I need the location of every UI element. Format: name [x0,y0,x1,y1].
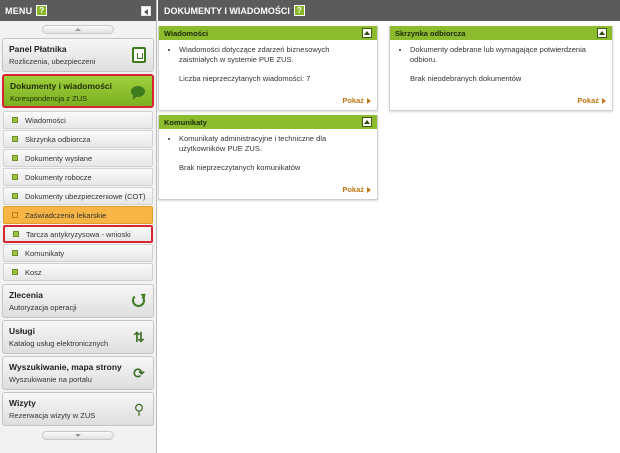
widget-skrzynka-odbiorcza: Skrzynka odbiorcza Dokumenty odebrane lu… [389,26,613,111]
main-content: DOKUMENTY I WIADOMOŚCI ? Wiadomości Wiad… [158,0,620,453]
sub-item-skrzynka-odbiorcza[interactable]: Skrzynka odbiorcza [3,130,153,148]
collapse-widget-icon[interactable] [362,117,372,127]
collapse-widget-icon[interactable] [597,28,607,38]
chevron-down-icon [75,434,81,437]
section-title: Wyszukiwanie, mapa strony [9,362,122,372]
sub-item-dokumenty-ubezpieczeniowe[interactable]: Dokumenty ubezpieczeniowe (COT) [3,187,153,205]
widget-body: Komunikaty administracyjne i techniczne … [159,129,377,173]
sidebar-title: MENU [5,5,33,16]
widget-title: Wiadomości [164,28,209,38]
square-bullet-icon [13,231,19,237]
widget-komunikaty: Komunikaty Komunikaty administracyjne i … [158,115,378,200]
sub-item-label: Wiadomości [25,115,66,125]
show-link[interactable]: Pokaż [342,185,371,194]
sub-item-kosz[interactable]: Kosz [3,263,153,281]
sub-item-label: Zaświadczenia lekarskie [25,210,107,220]
sub-item-tarcza-antykryzysowa[interactable]: Tarcza antykryzysowa - wnioski [3,225,153,243]
square-bullet-icon [12,250,18,256]
show-link[interactable]: Pokaż [577,96,606,105]
section-panel-platnika[interactable]: Panel Płatnika Rozliczenia, ubezpieczeni [2,38,154,72]
widget-status: Liczba nieprzeczytanych wiadomości: 7 [179,74,311,83]
square-bullet-icon [12,193,18,199]
sub-item-zaswiadczenia-lekarskie[interactable]: Zaświadczenia lekarskie [3,206,153,224]
square-bullet-icon [12,155,18,161]
collapse-widget-icon[interactable] [362,28,372,38]
section-subtitle: Korespondencja z ZUS [10,94,88,103]
sub-item-label: Dokumenty robocze [25,172,92,182]
show-link-label: Pokaż [342,96,364,105]
widget-title: Skrzynka odbiorcza [395,28,466,38]
sub-item-dokumenty-robocze[interactable]: Dokumenty robocze [3,168,153,186]
square-bullet-icon [12,174,18,180]
widget-description: Wiadomości dotyczące zdarzeń biznesowych… [179,45,369,65]
help-icon[interactable]: ? [36,5,48,16]
help-icon[interactable]: ? [293,5,305,16]
refresh-icon [132,294,145,307]
widget-title: Komunikaty [164,117,207,127]
widget-body: Dokumenty odebrane lub wymagające potwie… [390,40,612,84]
square-bullet-icon [12,136,18,142]
widget-description: Dokumenty odebrane lub wymagające potwie… [410,45,604,65]
widget-description: Komunikaty administracyjne i techniczne … [179,134,369,154]
sub-menu-list: Wiadomości Skrzynka odbiorcza Dokumenty … [0,111,156,281]
widget-wiadomosci: Wiadomości Wiadomości dotyczące zdarzeń … [158,26,378,111]
section-wizyty[interactable]: Wizyty Rezerwacja wizyty w ZUS ⚲ [2,392,154,426]
square-bullet-icon [12,269,18,275]
widget-body: Wiadomości dotyczące zdarzeń biznesowych… [159,40,377,84]
sidebar-menu: MENU ? Panel Płatnika Rozliczenia, ubezp… [0,0,157,453]
widget-header: Skrzynka odbiorcza [390,26,612,40]
sub-item-label: Dokumenty wysłane [25,153,93,163]
section-subtitle: Wyszukiwanie na portalu [9,375,92,384]
services-icon: ⇅ [133,329,145,345]
speech-bubble-icon [131,86,145,100]
section-title: Panel Płatnika [9,44,67,54]
collapse-sidebar-icon[interactable] [141,5,151,16]
arrow-right-icon [602,97,606,104]
sub-item-wiadomosci[interactable]: Wiadomości [3,111,153,129]
sub-item-label: Komunikaty [25,248,65,258]
arrow-right-icon [367,97,371,104]
section-dokumenty-i-wiadomosci[interactable]: Dokumenty i wiadomości Korespondencja z … [2,74,154,108]
section-title: Dokumenty i wiadomości [10,81,113,91]
sub-item-label: Dokumenty ubezpieczeniowe (COT) [25,191,146,201]
widget-header: Komunikaty [159,115,377,129]
section-wyszukiwanie[interactable]: Wyszukiwanie, mapa strony Wyszukiwanie n… [2,356,154,390]
panel-icon [132,47,146,63]
widget-status: Brak nieodebranych dokumentów [410,74,522,83]
sub-item-label: Skrzynka odbiorcza [25,134,91,144]
scroll-down-button[interactable] [42,431,114,440]
show-link-label: Pokaż [577,96,599,105]
scroll-up-button[interactable] [42,25,114,34]
arrow-right-icon [367,186,371,193]
section-uslugi[interactable]: Usługi Katalog usług elektronicznych ⇅ [2,320,154,354]
widget-header: Wiadomości [159,26,377,40]
section-title: Zlecenia [9,290,44,300]
section-subtitle: Rezerwacja wizyty w ZUS [9,411,96,420]
sync-icon: ⟳ [133,365,145,381]
show-link-label: Pokaż [342,185,364,194]
section-title: Wizyty [9,398,36,408]
sub-item-label: Kosz [25,267,42,277]
section-subtitle: Rozliczenia, ubezpieczeni [9,57,96,66]
section-subtitle: Autoryzacja operacji [9,303,77,312]
sub-item-komunikaty[interactable]: Komunikaty [3,244,153,262]
section-zlecenia[interactable]: Zlecenia Autoryzacja operacji [2,284,154,318]
sub-item-dokumenty-wyslane[interactable]: Dokumenty wysłane [3,149,153,167]
chevron-up-icon [75,28,81,31]
sub-item-label: Tarcza antykryzysowa - wnioski [26,229,131,239]
show-link[interactable]: Pokaż [342,96,371,105]
square-bullet-icon [12,212,18,218]
square-bullet-icon [12,117,18,123]
section-title: Usługi [9,326,35,336]
widget-status: Brak nieprzeczytanych komunikatów [179,163,301,172]
section-subtitle: Katalog usług elektronicznych [9,339,109,348]
walking-person-icon: ⚲ [133,401,145,417]
sidebar-header: MENU ? [0,0,156,21]
main-header: DOKUMENTY I WIADOMOŚCI ? [158,0,620,21]
page-title: DOKUMENTY I WIADOMOŚCI [164,5,290,16]
